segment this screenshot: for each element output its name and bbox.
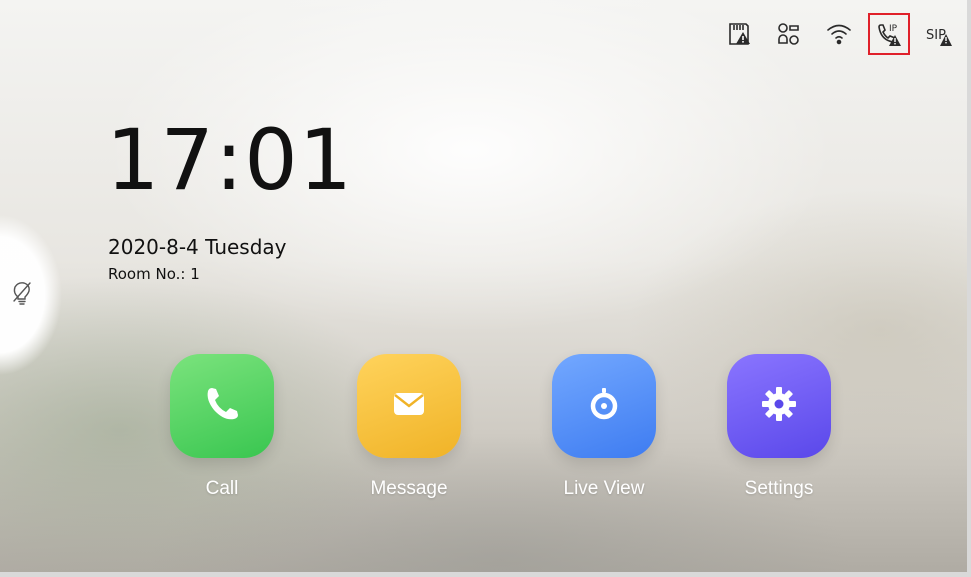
camera-icon — [582, 382, 626, 431]
bulb-off-icon — [10, 280, 34, 311]
phone-icon — [200, 382, 244, 431]
envelope-icon — [387, 382, 431, 431]
ip-call-warning-icon[interactable]: IP — [868, 13, 910, 55]
app-call[interactable]: Call — [170, 354, 274, 500]
sd-card-warning-icon[interactable] — [723, 18, 755, 50]
message-button[interactable] — [357, 354, 461, 458]
message-label: Message — [370, 478, 448, 499]
live-view-label: Live View — [563, 478, 645, 499]
network-nodes-icon[interactable] — [773, 18, 805, 50]
room-number: Room No.: 1 — [108, 265, 200, 283]
call-label: Call — [205, 478, 239, 499]
app-settings[interactable]: Settings — [727, 354, 831, 500]
app-message[interactable]: Message — [357, 354, 461, 500]
ip-label: IP — [889, 24, 898, 34]
gear-icon — [757, 382, 801, 431]
app-live-view[interactable]: Live View — [552, 354, 656, 500]
wifi-icon[interactable] — [823, 18, 855, 50]
call-button[interactable] — [170, 354, 274, 458]
settings-label: Settings — [744, 478, 814, 499]
date-text: 2020-8-4 Tuesday — [108, 235, 287, 259]
settings-button[interactable] — [727, 354, 831, 458]
status-bar: IP SIP — [723, 13, 955, 55]
live-view-button[interactable] — [552, 354, 656, 458]
side-drawer-tab[interactable] — [0, 215, 62, 375]
sip-warning-icon[interactable]: SIP — [923, 18, 955, 50]
clock-time: 17:01 — [106, 111, 354, 209]
